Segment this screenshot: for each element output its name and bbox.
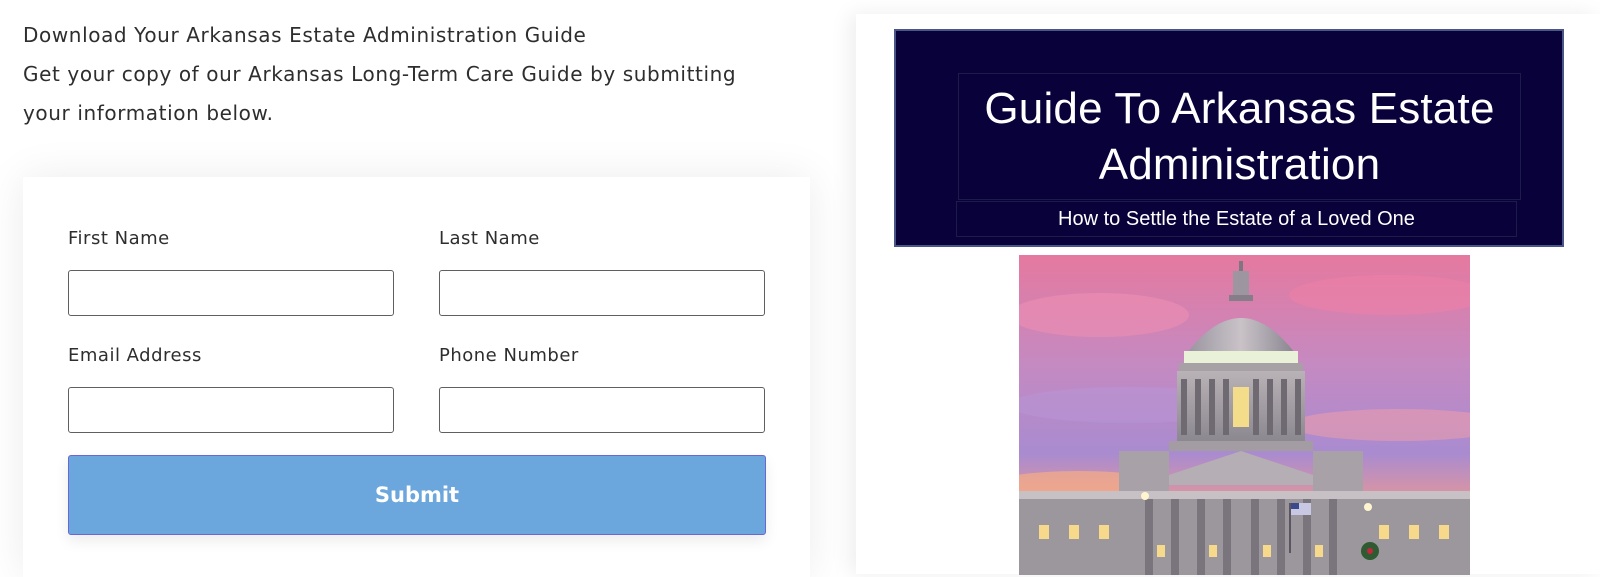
phone-label: Phone Number (439, 345, 579, 366)
intro-line-1: Get your copy of our Arkansas Long-Term … (23, 62, 737, 86)
last-name-label: Last Name (439, 228, 540, 249)
intro-text: Download Your Arkansas Estate Administra… (23, 16, 803, 133)
cover-subtitle: How to Settle the Estate of a Loved One (1058, 207, 1415, 230)
submit-button[interactable]: Submit (68, 455, 766, 535)
download-form: First Name Last Name Email Address Phone… (23, 177, 810, 577)
cover-title-box: Guide To Arkansas Estate Administration (958, 73, 1521, 200)
first-name-input[interactable] (68, 270, 394, 316)
cover-banner: Guide To Arkansas Estate Administration … (894, 29, 1564, 247)
cover-title-line-1: Guide To Arkansas Estate (984, 83, 1495, 133)
intro-line-2: your information below. (23, 101, 274, 125)
guide-cover-preview: Guide To Arkansas Estate Administration … (856, 14, 1600, 575)
last-name-input[interactable] (439, 270, 765, 316)
cover-title: Guide To Arkansas Estate Administration (984, 81, 1494, 193)
intro-heading: Download Your Arkansas Estate Administra… (23, 23, 587, 47)
email-label: Email Address (68, 345, 202, 366)
cover-subtitle-box: How to Settle the Estate of a Loved One (956, 201, 1517, 237)
first-name-label: First Name (68, 228, 170, 249)
cover-title-line-2: Administration (1098, 139, 1381, 189)
phone-input[interactable] (439, 387, 765, 433)
email-input[interactable] (68, 387, 394, 433)
capitol-photo (1019, 255, 1470, 575)
